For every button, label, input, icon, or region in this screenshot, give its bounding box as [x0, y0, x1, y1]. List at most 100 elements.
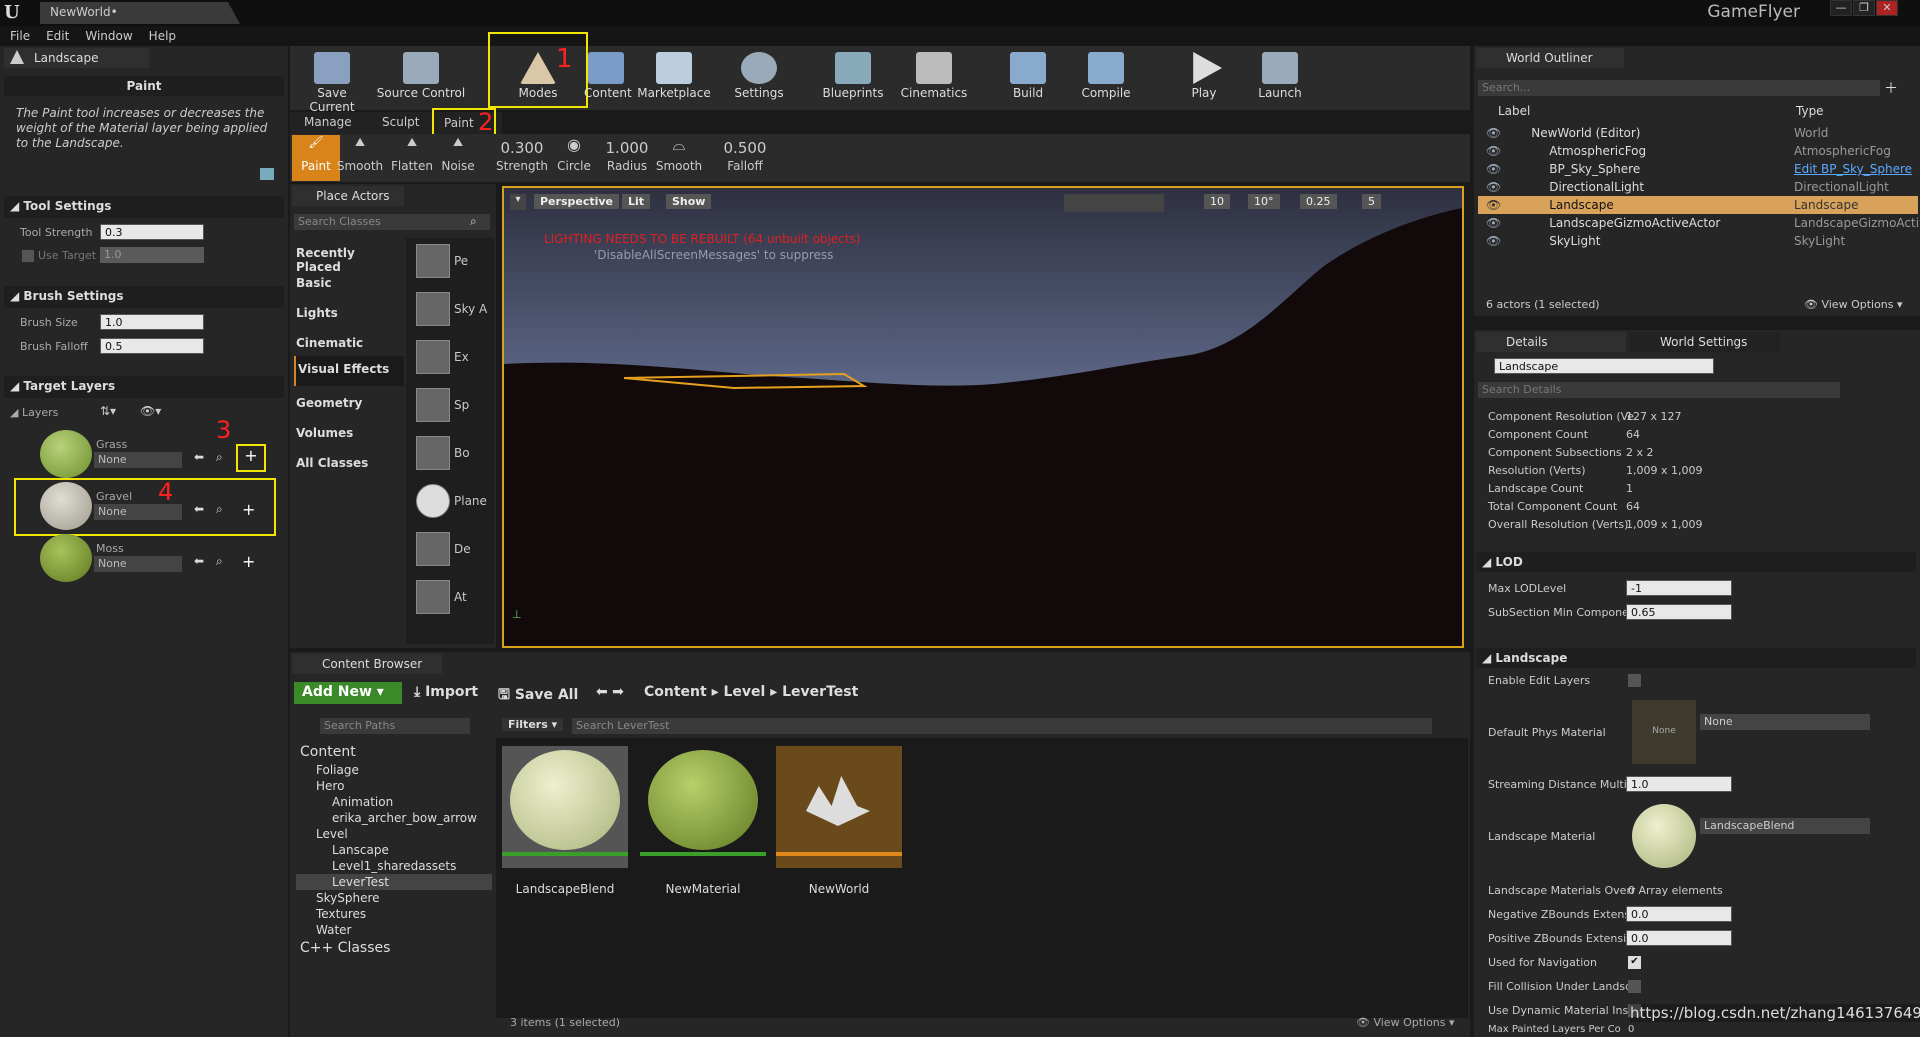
add-new-button[interactable]: Add New ▾	[294, 682, 402, 704]
gravel-use-arrow-icon[interactable]: ⬅	[194, 502, 204, 516]
menu-edit[interactable]: Edit	[46, 26, 69, 46]
actor-item-6[interactable]: Plane	[412, 484, 492, 530]
tree-textures[interactable]: Textures	[316, 906, 366, 922]
outliner-row[interactable]: 👁 DirectionalLight DirectionalLight	[1478, 178, 1918, 196]
launch-button[interactable]: Launch	[1250, 48, 1310, 108]
category-geometry[interactable]: Geometry	[294, 390, 404, 420]
eye-icon[interactable]: 👁▾	[140, 404, 161, 418]
grid-snap-value[interactable]: 10	[1204, 194, 1230, 209]
category-recently-placed[interactable]: Recently Placed	[294, 240, 404, 274]
tree-animation[interactable]: Animation	[332, 794, 393, 810]
phys-material-dropdown[interactable]: None	[1700, 714, 1870, 730]
tree-skysphere[interactable]: SkySphere	[316, 890, 380, 906]
actor-item-5[interactable]: Bo	[412, 436, 492, 482]
category-lights[interactable]: Lights	[294, 300, 404, 330]
perspective-button[interactable]: Perspective	[534, 194, 620, 209]
flatten-tool[interactable]: ⛰ Flatten	[388, 135, 436, 181]
moss-add-layer-button[interactable]: +	[242, 552, 255, 571]
category-visual-effects[interactable]: Visual Effects	[294, 356, 404, 386]
breadcrumb-levertest[interactable]: LeverTest	[782, 684, 858, 700]
gravel-add-layer-button[interactable]: +	[242, 500, 255, 519]
moss-browse-icon[interactable]: ⌕	[216, 554, 223, 569]
moss-layer-info[interactable]: None	[94, 556, 182, 572]
gravel-browse-icon[interactable]: ⌕	[216, 502, 223, 517]
actor-item-2[interactable]: Sky A	[412, 292, 492, 338]
import-button[interactable]: ⤓ Import	[414, 684, 478, 700]
visibility-eye-icon[interactable]: 👁	[1486, 234, 1501, 248]
outliner-search-input[interactable]: Search...	[1478, 80, 1880, 96]
camera-speed-value[interactable]: 5	[1362, 194, 1381, 209]
tree-erika[interactable]: erika_archer_bow_arrow	[332, 810, 477, 826]
world-outliner-tab[interactable]: World Outliner	[1476, 48, 1624, 68]
visibility-eye-icon[interactable]: 👁	[1486, 216, 1501, 230]
save-all-button[interactable]: 🖫 Save All	[498, 684, 578, 708]
visibility-eye-icon[interactable]: 👁	[1486, 180, 1501, 194]
play-button[interactable]: Play	[1176, 48, 1232, 108]
target-layers-header[interactable]: ◢ Target Layers	[4, 376, 284, 398]
content-browser-tab[interactable]: Content Browser	[292, 654, 442, 674]
paint-tool[interactable]: 🖌 Paint	[292, 135, 340, 181]
moss-thumbnail[interactable]	[40, 534, 92, 582]
minimize-button[interactable]: —	[1830, 0, 1852, 16]
pos-zbounds-field[interactable]: 0.0	[1626, 930, 1732, 946]
show-button[interactable]: Show	[666, 194, 712, 209]
tree-level[interactable]: Level	[316, 826, 348, 842]
landscape-material-thumbnail[interactable]	[1632, 804, 1696, 868]
falloff-param[interactable]: 0.500 Falloff	[718, 135, 772, 181]
brush-size-field[interactable]: 1.0	[100, 314, 204, 330]
landscape-header[interactable]: ◢ Landscape	[1476, 648, 1916, 668]
asset-landscapeblend[interactable]: LandscapeBlend	[502, 746, 628, 896]
col-type[interactable]: Type	[1796, 104, 1824, 118]
modes-button[interactable]: Modes	[488, 32, 588, 108]
place-actors-tab[interactable]: Place Actors	[292, 186, 404, 206]
actor-item-1[interactable]: Pe	[412, 244, 492, 290]
search-assets-input[interactable]: Search LeverTest	[572, 718, 1432, 734]
grass-layer-info[interactable]: None	[94, 452, 182, 468]
marketplace-button[interactable]: Marketplace	[634, 48, 714, 108]
brush-settings-header[interactable]: ◢ Brush Settings	[4, 286, 284, 308]
visibility-eye-icon[interactable]: 👁	[1486, 126, 1501, 140]
details-tab[interactable]: Details	[1476, 332, 1626, 352]
outliner-row[interactable]: 👁 AtmosphericFog AtmosphericFog	[1478, 142, 1918, 160]
tab-sculpt[interactable]: Sculpt	[372, 113, 429, 133]
subsection-field[interactable]: 0.65	[1626, 604, 1732, 620]
filters-button[interactable]: Filters ▾	[502, 718, 564, 731]
tree-level1-sharedassets[interactable]: Level1_sharedassets	[332, 858, 456, 874]
save-current-button[interactable]: Save Current	[294, 48, 370, 114]
breadcrumb-content[interactable]: Content	[644, 684, 707, 700]
max-lod-field[interactable]: -1	[1626, 580, 1732, 596]
compile-button[interactable]: Compile	[1076, 48, 1136, 108]
menu-file[interactable]: File	[10, 26, 30, 46]
details-search-input[interactable]: Search Details	[1478, 382, 1840, 398]
add-actor-icon[interactable]: ＋	[1884, 78, 1898, 98]
neg-zbounds-field[interactable]: 0.0	[1626, 906, 1732, 922]
outliner-row[interactable]: 👁 LandscapeGizmoActiveActor LandscapeGizmo…	[1478, 214, 1920, 232]
grass-browse-icon[interactable]: ⌕	[216, 450, 223, 465]
history-arrows[interactable]: ⬅ ➡	[596, 684, 624, 700]
visibility-eye-icon[interactable]: 👁	[1486, 198, 1501, 212]
outliner-row-selected[interactable]: 👁 Landscape Landscape	[1478, 196, 1918, 214]
tree-lanscape[interactable]: Lanscape	[332, 842, 389, 858]
viewport-menu-icon[interactable]: ▾	[510, 194, 526, 210]
grass-thumbnail[interactable]	[40, 430, 92, 478]
smooth-falloff-param[interactable]: ⌓ Smooth	[654, 135, 704, 181]
strength-param[interactable]: 0.300 Strength	[494, 135, 550, 181]
close-button[interactable]: ✕	[1876, 0, 1898, 16]
tool-strength-field[interactable]: 0.3	[100, 224, 204, 240]
category-basic[interactable]: Basic	[294, 270, 404, 300]
document-tab[interactable]: NewWorld•	[40, 2, 240, 24]
transform-tools[interactable]	[1064, 194, 1164, 212]
tool-settings-header[interactable]: ◢ Tool Settings	[4, 196, 284, 218]
landscape-material-dropdown[interactable]: LandscapeBlend	[1700, 818, 1870, 834]
grass-use-arrow-icon[interactable]: ⬅	[194, 450, 204, 464]
scale-snap-value[interactable]: 0.25	[1300, 194, 1337, 209]
noise-tool[interactable]: ⛰ Noise	[434, 135, 482, 181]
landscape-tab[interactable]: Landscape	[4, 48, 149, 68]
cinematics-button[interactable]: Cinematics	[898, 48, 970, 108]
actor-item-3[interactable]: Ex	[412, 340, 492, 386]
use-target-field[interactable]: 1.0	[100, 247, 204, 263]
outliner-row[interactable]: 👁 NewWorld (Editor) World	[1478, 124, 1918, 142]
source-control-button[interactable]: Source Control	[376, 48, 466, 108]
world-settings-tab[interactable]: World Settings	[1630, 332, 1780, 352]
tree-content[interactable]: Content	[300, 744, 356, 760]
